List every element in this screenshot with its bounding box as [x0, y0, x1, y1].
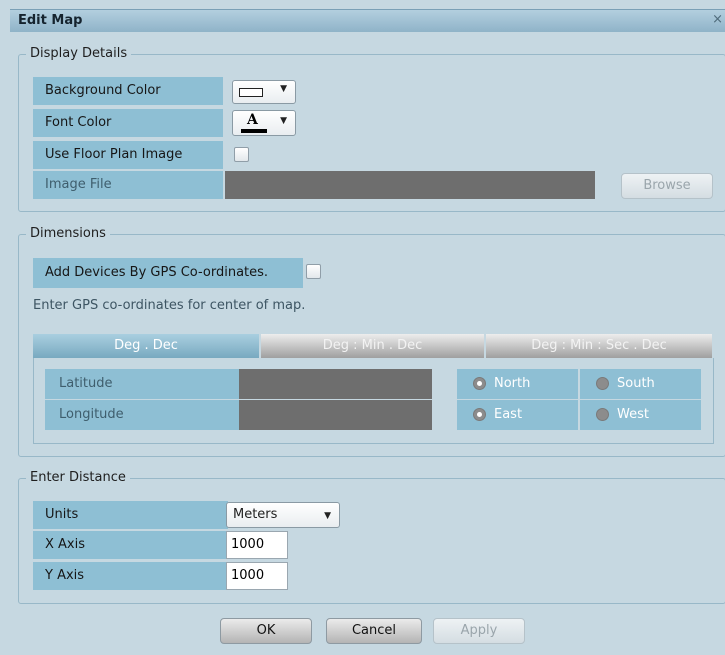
longitude-input[interactable]	[239, 400, 432, 430]
background-color-label: Background Color	[33, 77, 223, 105]
y-axis-input[interactable]: 1000	[226, 562, 288, 590]
font-color-glyph: A	[247, 112, 258, 128]
east-radio[interactable]	[473, 408, 486, 421]
south-label: South	[617, 376, 655, 391]
tab-deg-min-dec[interactable]: Deg : Min . Dec	[261, 334, 486, 358]
x-axis-input[interactable]: 1000	[226, 531, 288, 559]
units-label: Units	[33, 501, 228, 529]
background-color-picker[interactable]: ▼	[232, 80, 296, 104]
chevron-down-icon: ▼	[280, 116, 287, 126]
enter-distance-legend: Enter Distance	[26, 469, 130, 487]
east-label: East	[494, 407, 523, 422]
tab-deg-dec[interactable]: Deg . Dec	[33, 334, 261, 358]
west-radio[interactable]	[596, 408, 609, 421]
dimensions-legend: Dimensions	[26, 225, 110, 243]
dialog-body: Display Details Background Color ▼ Font …	[10, 32, 725, 655]
background-color-swatch	[239, 88, 263, 97]
west-option[interactable]: West	[580, 400, 701, 430]
y-axis-label: Y Axis	[33, 562, 228, 590]
tab-deg-min-sec-dec[interactable]: Deg : Min : Sec . Dec	[486, 334, 714, 358]
use-floor-plan-label: Use Floor Plan Image	[33, 141, 223, 169]
close-icon[interactable]: ×	[712, 12, 723, 27]
north-label: North	[494, 376, 531, 391]
west-label: West	[617, 407, 649, 422]
chevron-down-icon: ▼	[280, 84, 287, 94]
font-color-swatch	[241, 129, 267, 133]
south-option[interactable]: South	[580, 369, 701, 399]
font-color-picker[interactable]: A ▼	[232, 110, 296, 136]
gps-instruction: Enter GPS co-ordinates for center of map…	[33, 298, 306, 313]
add-devices-gps-label: Add Devices By GPS Co-ordinates.	[33, 258, 303, 288]
add-devices-gps-checkbox[interactable]	[306, 264, 321, 279]
apply-button[interactable]: Apply	[433, 618, 525, 644]
ok-button[interactable]: OK	[220, 618, 312, 644]
font-color-label: Font Color	[33, 109, 223, 137]
dialog-title: Edit Map	[18, 13, 83, 28]
browse-button[interactable]: Browse	[621, 173, 713, 199]
units-select[interactable]: Meters ▼	[226, 502, 340, 528]
use-floor-plan-checkbox[interactable]	[234, 147, 249, 162]
north-radio[interactable]	[473, 377, 486, 390]
display-details-legend: Display Details	[26, 45, 132, 63]
east-option[interactable]: East	[457, 400, 578, 430]
x-axis-label: X Axis	[33, 531, 228, 559]
south-radio[interactable]	[596, 377, 609, 390]
image-file-label: Image File	[33, 171, 223, 199]
units-value: Meters	[233, 507, 278, 522]
longitude-label: Longitude	[45, 400, 240, 430]
edit-map-dialog: Edit Map × Display Details Background Co…	[0, 0, 725, 655]
latitude-label: Latitude	[45, 369, 240, 399]
title-bar: Edit Map ×	[10, 9, 725, 33]
image-file-field[interactable]	[225, 171, 595, 199]
chevron-down-icon: ▼	[324, 511, 331, 521]
north-option[interactable]: North	[457, 369, 578, 399]
latitude-input[interactable]	[239, 369, 432, 399]
cancel-button[interactable]: Cancel	[326, 618, 422, 644]
